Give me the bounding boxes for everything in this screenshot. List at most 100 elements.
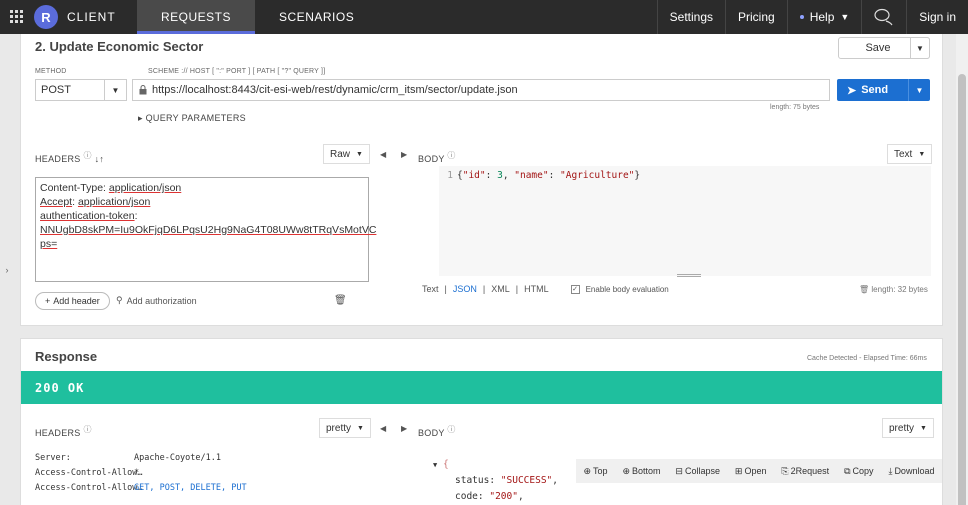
add-header-button[interactable]: + Add header [35,292,110,310]
chevron-down-icon: ▼ [356,150,363,158]
response-body-mode-select[interactable]: pretty ▼ [882,418,934,438]
minus-square-icon: ⊟ [675,465,683,476]
header-value: application/json [77,196,151,208]
collapse-button[interactable]: ⊟ Collapse [675,466,720,477]
body-mode-value: Text [894,148,913,160]
json-root[interactable]: ▼ { [433,457,558,473]
response-header-value: * [134,468,140,478]
url-label: SCHEME :// HOST [ ":" PORT ] [ PATH [ "?… [148,68,326,75]
send-icon: ➤ [847,84,857,97]
header-line: authentication-token: [40,210,138,222]
method-select[interactable]: POST ▼ [35,79,127,101]
headers-textarea[interactable]: Content-Type: application/json Accept: a… [35,177,376,282]
query-parameters-label: QUERY PARAMETERS [145,113,246,123]
page-scrollbar[interactable] [956,34,968,505]
header-line: Accept: application/json [40,196,151,208]
help-icon[interactable]: ⓘ [447,151,455,160]
request-card: 2. Update Economic Sector Save ▼ METHOD … [20,34,943,326]
json-row: status: "SUCCESS", [455,475,558,486]
trash-icon[interactable]: 🗑 [859,285,869,294]
format-xml[interactable]: XML [491,284,510,294]
body-length: 🗑 length: 32 bytes [859,285,928,294]
headers-mode-select[interactable]: Raw ▼ [323,144,370,164]
json-row: code: "200", [455,491,524,502]
body-mode-select[interactable]: Text ▼ [887,144,933,164]
url-input[interactable]: https://localhost:8443/cit-esi-web/rest/… [132,79,830,101]
code-key: "id" [462,170,486,181]
add-header-label: Add header [53,296,100,306]
tab-scenarios[interactable]: SCENARIOS [255,0,378,34]
code-punct: , [502,170,515,181]
header-value: application/json [108,182,182,194]
bottom-label: Bottom [631,466,661,476]
code-punct: : [548,170,561,181]
tab-requests[interactable]: REQUESTS [137,0,256,34]
query-parameters-toggle[interactable]: ▸ QUERY PARAMETERS [138,113,246,124]
body-editor[interactable]: 1 {"id": 3, "name": "Agriculture"} [439,166,931,276]
send-dropdown-icon[interactable]: ▼ [908,79,930,101]
cache-info: Cache Detected - Elapsed Time: 66ms [807,355,927,362]
collapse-left-icon[interactable]: ◀ [380,424,386,433]
help-icon[interactable]: ⓘ [83,425,91,434]
open-button[interactable]: ⊞ Open [735,466,767,477]
response-card: Response Cache Detected - Elapsed Time: … [20,338,943,505]
header-key: Accept [40,196,73,208]
status-text: 200 OK [35,380,85,395]
apps-grid-icon[interactable] [0,0,34,34]
collapse-left-icon[interactable]: ◀ [380,150,386,159]
enable-eval-checkbox[interactable]: ✓ [570,284,580,294]
expand-right-icon[interactable]: ▶ [401,150,407,159]
method-label: METHOD [35,68,67,75]
send-button[interactable]: ➤ Send ▼ [837,79,930,101]
sign-in-link[interactable]: Sign in [906,0,968,34]
code-line: 1 {"id": 3, "name": "Agriculture"} [439,170,640,181]
separator: | [444,284,447,294]
format-json[interactable]: JSON [453,284,477,294]
header-key: Content-Type [40,182,104,194]
chevron-down-icon[interactable]: ▼ [433,461,437,469]
download-button[interactable]: ⤓ Download [888,466,934,477]
resize-grip[interactable] [677,274,701,277]
separator: | [482,284,486,294]
code-punct: : [485,170,498,181]
chat-icon[interactable] [861,0,906,34]
save-dropdown-button[interactable]: ▼ [910,37,930,59]
format-html[interactable]: HTML [524,284,549,294]
bottom-button[interactable]: ⊕ Bottom [622,466,660,477]
code-string: "Agriculture" [560,170,635,181]
response-headers-label: HEADERS [35,428,81,438]
response-headers-mode-select[interactable]: pretty ▼ [319,418,371,438]
add-authorization-button[interactable]: ⚲ Add authorization [116,295,197,306]
trash-icon[interactable]: 🗑 [334,295,347,306]
response-title: Response [35,349,98,364]
top-label: Top [593,466,608,476]
help-icon[interactable]: ⓘ [447,425,455,434]
expand-right-icon[interactable]: ▶ [401,424,407,433]
copy-to-request-icon: ⎘ [781,465,789,476]
chevron-right-icon: ▸ [138,113,146,123]
chevron-down-icon: ▼ [104,80,126,100]
copy-icon: ⧉ [844,465,851,476]
sort-icon[interactable]: ↓↑ [95,154,105,164]
scrollbar-thumb[interactable] [958,74,966,505]
settings-link[interactable]: Settings [656,0,725,34]
json-value: "SUCCESS" [500,475,553,486]
chevron-down-icon: ▼ [918,150,926,158]
brand-logo: R [34,5,58,29]
code-key: "name" [514,170,549,181]
download-icon: ⤓ [888,465,893,476]
separator: | [515,284,519,294]
help-menu[interactable]: Help ▼ [786,0,862,34]
format-text[interactable]: Text [422,284,439,294]
download-label: Download [894,466,935,476]
top-button[interactable]: ⊕ Top [583,466,607,477]
copy-label: Copy [852,466,874,476]
body-format-switch: Text | JSON | XML | HTML ✓ Enable body eval… [422,284,669,294]
copy-button[interactable]: ⧉ Copy [844,466,873,477]
enable-eval-label: Enable body evaluation [585,284,669,294]
sidebar-toggle-icon[interactable]: › [0,34,14,505]
help-icon[interactable]: ⓘ [83,151,91,160]
pricing-link[interactable]: Pricing [725,0,787,34]
to-request-button[interactable]: ⎘ 2Request [781,466,829,477]
response-json-tree: ▼ { status: "SUCCESS", code: "200", [433,457,558,505]
